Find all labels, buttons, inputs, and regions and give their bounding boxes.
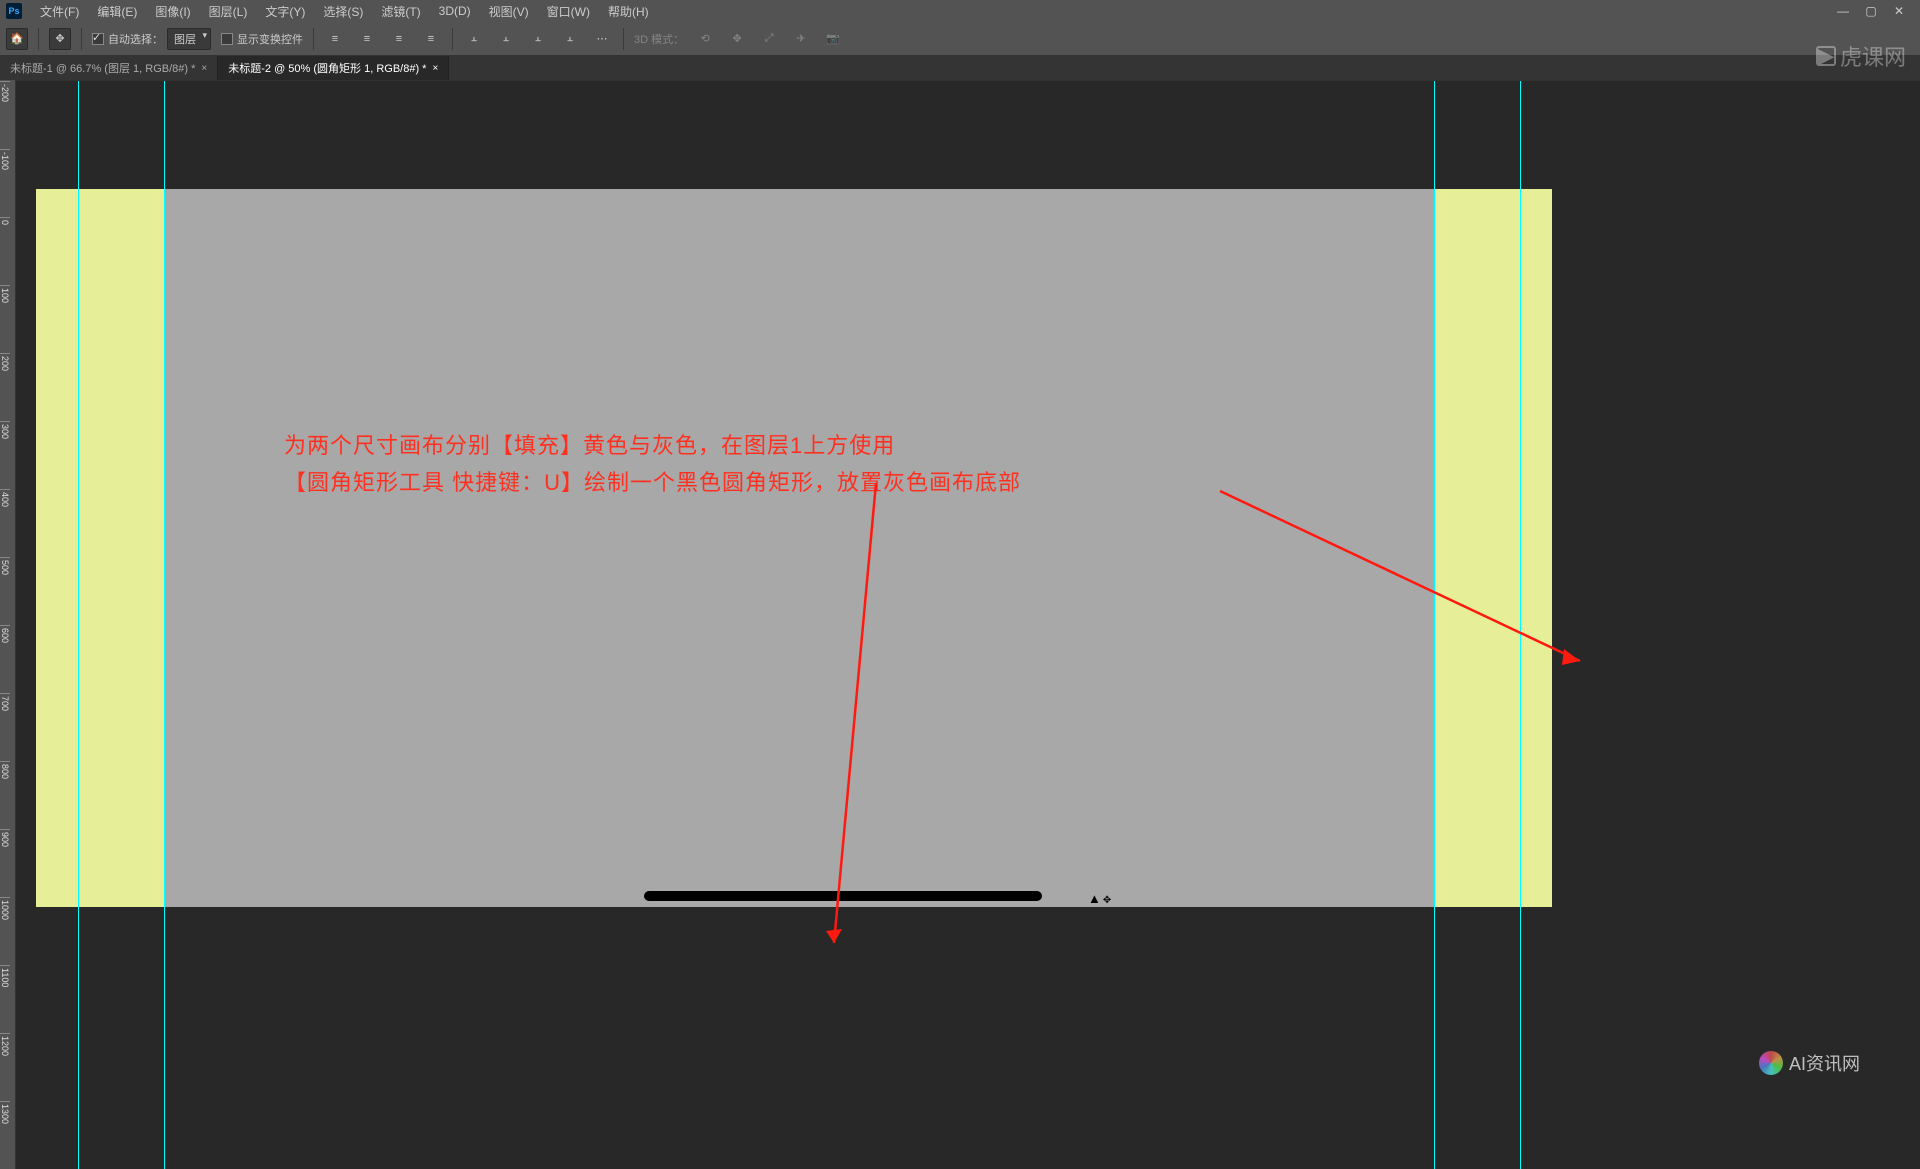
guide-line[interactable] <box>1434 81 1435 1169</box>
3d-pan-icon: ✥ <box>726 28 748 50</box>
menu-layer[interactable]: 图层(L) <box>201 1 256 22</box>
menu-filter[interactable]: 滤镜(T) <box>373 1 428 22</box>
3d-dolly-icon: ⤢ <box>758 28 780 50</box>
menu-select[interactable]: 选择(S) <box>315 1 371 22</box>
menu-image[interactable]: 图像(I) <box>147 1 198 22</box>
align-right-icon[interactable]: ≡ <box>388 28 410 50</box>
menu-file[interactable]: 文件(F) <box>32 1 87 22</box>
guide-line[interactable] <box>164 81 165 1169</box>
home-icon[interactable]: 🏠 <box>6 28 28 50</box>
menubar: Ps 文件(F) 编辑(E) 图像(I) 图层(L) 文字(Y) 选择(S) 滤… <box>0 0 1920 22</box>
guide-line[interactable] <box>78 81 79 1169</box>
minimize-button[interactable]: — <box>1834 4 1852 18</box>
move-tool-icon[interactable]: ✥ <box>49 28 71 50</box>
annotation-text: 为两个尺寸画布分别【填充】黄色与灰色，在图层1上方使用 【圆角矩形工具 快捷键：… <box>284 427 1021 502</box>
guide-line[interactable] <box>1520 81 1521 1169</box>
dist-vcenter-icon[interactable]: ⫠ <box>495 28 517 50</box>
align-spread-icon[interactable]: ≡ <box>420 28 442 50</box>
menu-3d[interactable]: 3D(D) <box>431 2 479 20</box>
close-tab-icon[interactable]: × <box>201 63 207 74</box>
menu-type[interactable]: 文字(Y) <box>257 1 313 22</box>
close-button[interactable]: ✕ <box>1890 4 1908 18</box>
options-bar: 🏠 ✥ 自动选择： 图层 显示变换控件 ≡ ≡ ≡ ≡ ⫠ ⫠ ⫠ ⫠ ⋯ 3D… <box>0 22 1920 56</box>
artboard-grey <box>164 189 1434 907</box>
menu-edit[interactable]: 编辑(E) <box>89 1 145 22</box>
menu-view[interactable]: 视图(V) <box>481 1 537 22</box>
ps-logo-icon: Ps <box>6 3 22 19</box>
ruler-vertical[interactable]: -200-10001002003004005006007008009001000… <box>0 81 16 1169</box>
3d-cam-icon: 📷 <box>822 28 844 50</box>
doc-tab-2[interactable]: 未标题-2 @ 50% (圆角矩形 1, RGB/8#) * × <box>218 56 449 80</box>
mode3d-label: 3D 模式： <box>634 31 684 47</box>
checkbox-icon <box>92 33 104 45</box>
dist-bottom-icon[interactable]: ⫠ <box>527 28 549 50</box>
auto-select-checkbox[interactable]: 自动选择： 图层 <box>92 28 211 50</box>
3d-orbit-icon: ⟲ <box>694 28 716 50</box>
close-tab-icon[interactable]: × <box>432 63 438 74</box>
align-center-icon[interactable]: ≡ <box>356 28 378 50</box>
more-options-icon[interactable]: ⋯ <box>591 28 613 50</box>
auto-select-target[interactable]: 图层 <box>167 28 211 50</box>
show-transform-checkbox[interactable]: 显示变换控件 <box>221 31 303 47</box>
canvas[interactable]: 为两个尺寸画布分别【填充】黄色与灰色，在图层1上方使用 【圆角矩形工具 快捷键：… <box>16 81 1920 1169</box>
dist-top-icon[interactable]: ⫠ <box>463 28 485 50</box>
maximize-button[interactable]: ▢ <box>1862 4 1880 18</box>
rounded-rect-shape[interactable] <box>644 891 1042 901</box>
doc-tab-1[interactable]: 未标题-1 @ 66.7% (图层 1, RGB/8#) * × <box>0 56 218 80</box>
menu-help[interactable]: 帮助(H) <box>600 1 657 22</box>
dist-hspread-icon[interactable]: ⫠ <box>559 28 581 50</box>
align-left-icon[interactable]: ≡ <box>324 28 346 50</box>
checkbox-icon <box>221 33 233 45</box>
move-cursor-icon: ▲ <box>1088 891 1111 906</box>
3d-walk-icon: ✈ <box>790 28 812 50</box>
document-tabs: 未标题-1 @ 66.7% (图层 1, RGB/8#) * × 未标题-2 @… <box>0 56 1920 80</box>
menu-window[interactable]: 窗口(W) <box>539 1 598 22</box>
window-controls: — ▢ ✕ <box>1834 4 1914 18</box>
